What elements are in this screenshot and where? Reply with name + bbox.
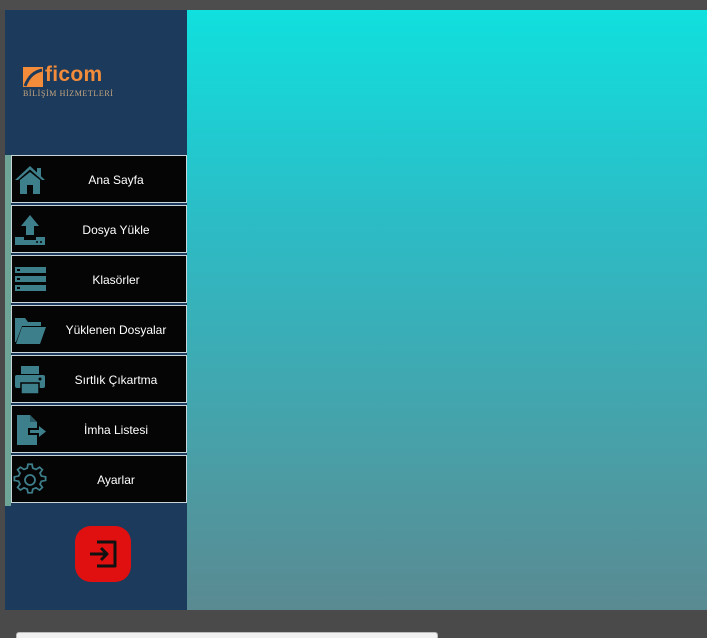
sidebar-item-label: Ayarlar xyxy=(97,473,135,487)
logo-mark-icon xyxy=(23,67,43,87)
sidebar-item-imha-listesi[interactable]: İmha Listesi xyxy=(11,405,187,453)
app-window: ficom BİLİŞİM HİZMETLERİ Ana Sayfa Dosya… xyxy=(5,10,707,610)
logout-icon xyxy=(90,540,117,568)
sidebar-nav: Ana Sayfa Dosya Yükle Klasörler Yüklenen… xyxy=(5,155,187,506)
gear-icon xyxy=(13,463,47,494)
sidebar-item-label: Sırtlık Çıkartma xyxy=(74,373,158,387)
list-icon xyxy=(15,267,46,291)
sidebar-item-label: Yüklenen Dosyalar xyxy=(65,323,167,337)
brand-logo: ficom BİLİŞİM HİZMETLERİ xyxy=(23,63,133,107)
sidebar-item-label: İmha Listesi xyxy=(83,423,149,437)
printer-icon xyxy=(15,366,45,395)
sidebar-item-label: Dosya Yükle xyxy=(82,223,150,237)
main-content-area xyxy=(187,10,707,610)
folder-open-icon xyxy=(15,318,46,344)
sidebar-item-yuklenen-dosyalar[interactable]: Yüklenen Dosyalar xyxy=(11,305,187,353)
sidebar-item-klasorler[interactable]: Klasörler xyxy=(11,255,187,303)
sidebar-item-dosya-yukle[interactable]: Dosya Yükle xyxy=(11,205,187,253)
home-icon xyxy=(15,166,45,194)
brand-subtitle: BİLİŞİM HİZMETLERİ xyxy=(23,89,114,98)
upload-icon xyxy=(15,215,45,245)
sidebar-item-ana-sayfa[interactable]: Ana Sayfa xyxy=(11,155,187,203)
sidebar-item-label: Ana Sayfa xyxy=(88,173,144,187)
window-top-bar xyxy=(0,0,707,10)
sidebar-item-sirtlik-cikartma[interactable]: Sırtlık Çıkartma xyxy=(11,355,187,403)
logout-button[interactable] xyxy=(75,526,131,582)
brand-name: ficom xyxy=(45,63,103,86)
sidebar-item-ayarlar[interactable]: Ayarlar xyxy=(11,455,187,503)
sidebar-item-label: Klasörler xyxy=(92,273,140,287)
file-export-icon xyxy=(17,415,46,445)
sidebar: ficom BİLİŞİM HİZMETLERİ Ana Sayfa Dosya… xyxy=(5,10,187,610)
horizontal-scrollbar[interactable] xyxy=(16,632,438,638)
